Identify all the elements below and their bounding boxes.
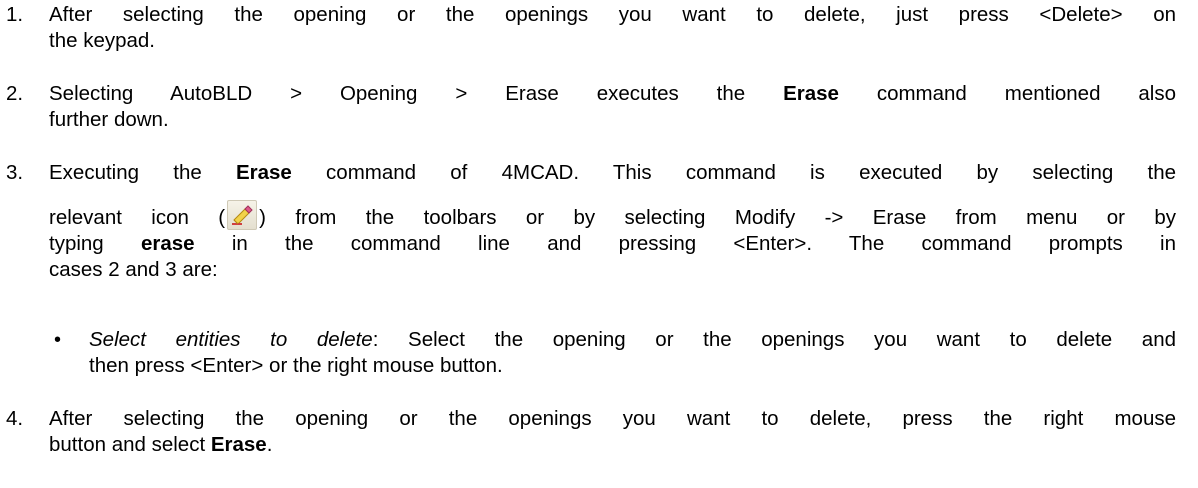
text-run: .	[266, 433, 273, 456]
text-line: After selecting the opening or the openi…	[49, 3, 1176, 26]
text-run: in the command line and pressing <Enter>…	[194, 232, 1176, 255]
text-run: typing	[49, 232, 141, 255]
list-item-text: After selecting the opening or the openi…	[49, 406, 1176, 458]
erase-icon	[227, 200, 258, 230]
bullet-symbol: •	[54, 329, 62, 351]
text-line: then press <Enter> or the right mouse bu…	[89, 354, 503, 377]
text-line: Select entities to delete: Select the op…	[89, 327, 1176, 353]
bold-term: erase	[140, 232, 195, 255]
text-run: ) from the toolbars or by selecting Modi…	[259, 206, 1176, 229]
text-line: typing erase in the command line and pre…	[49, 231, 1176, 257]
text-line: further down.	[49, 108, 169, 131]
list-item-4: 4. After selecting the opening or the op…	[0, 406, 1176, 458]
text-line: Selecting AutoBLD > Opening > Erase exec…	[49, 81, 1176, 107]
bold-term: Erase	[210, 433, 267, 456]
bullet-text: Select entities to delete: Select the op…	[89, 327, 1176, 379]
text-run: command of 4MCAD. This command is execut…	[291, 161, 1176, 184]
list-item-1: 1. After selecting the opening or the op…	[0, 2, 1176, 54]
text-line: Executing the Erase command of 4MCAD. Th…	[49, 160, 1176, 186]
text-line: cases 2 and 3 are:	[49, 258, 218, 281]
list-number: 2.	[6, 82, 24, 105]
text-run: command mentioned also	[838, 82, 1176, 105]
document-page: 1. After selecting the opening or the op…	[0, 0, 1198, 488]
text-run: : Select the opening or the openings you…	[372, 328, 1177, 351]
list-item-text: Executing the Erase command of 4MCAD. Th…	[49, 160, 1176, 283]
list-item-text: Selecting AutoBLD > Opening > Erase exec…	[49, 81, 1176, 133]
list-number: 4.	[6, 407, 24, 430]
list-number: 1.	[6, 3, 24, 26]
italic-prompt: Select entities to delete	[89, 328, 373, 351]
text-run: button and select	[49, 433, 211, 456]
text-line: the keypad.	[49, 29, 155, 52]
text-line: After selecting the opening or the openi…	[49, 407, 1176, 430]
text-line: relevant icon ( ) from the toolbars or by…	[49, 200, 1176, 231]
bold-term: Erase	[235, 161, 292, 184]
bold-term: Erase	[783, 82, 839, 105]
list-item-2: 2. Selecting AutoBLD > Opening > Erase e…	[0, 81, 1176, 133]
list-item-3: 3. Executing the Erase command of 4MCAD.…	[0, 160, 1176, 283]
list-number: 3.	[6, 161, 24, 184]
text-run: Selecting AutoBLD > Opening > Erase exec…	[49, 82, 784, 105]
text-line: button and select Erase.	[49, 432, 1176, 458]
bullet-item: • Select entities to delete: Select the …	[0, 327, 1176, 379]
text-run: relevant icon (	[49, 206, 226, 229]
text-run: Executing the	[49, 161, 236, 184]
list-item-text: After selecting the opening or the openi…	[49, 2, 1176, 54]
